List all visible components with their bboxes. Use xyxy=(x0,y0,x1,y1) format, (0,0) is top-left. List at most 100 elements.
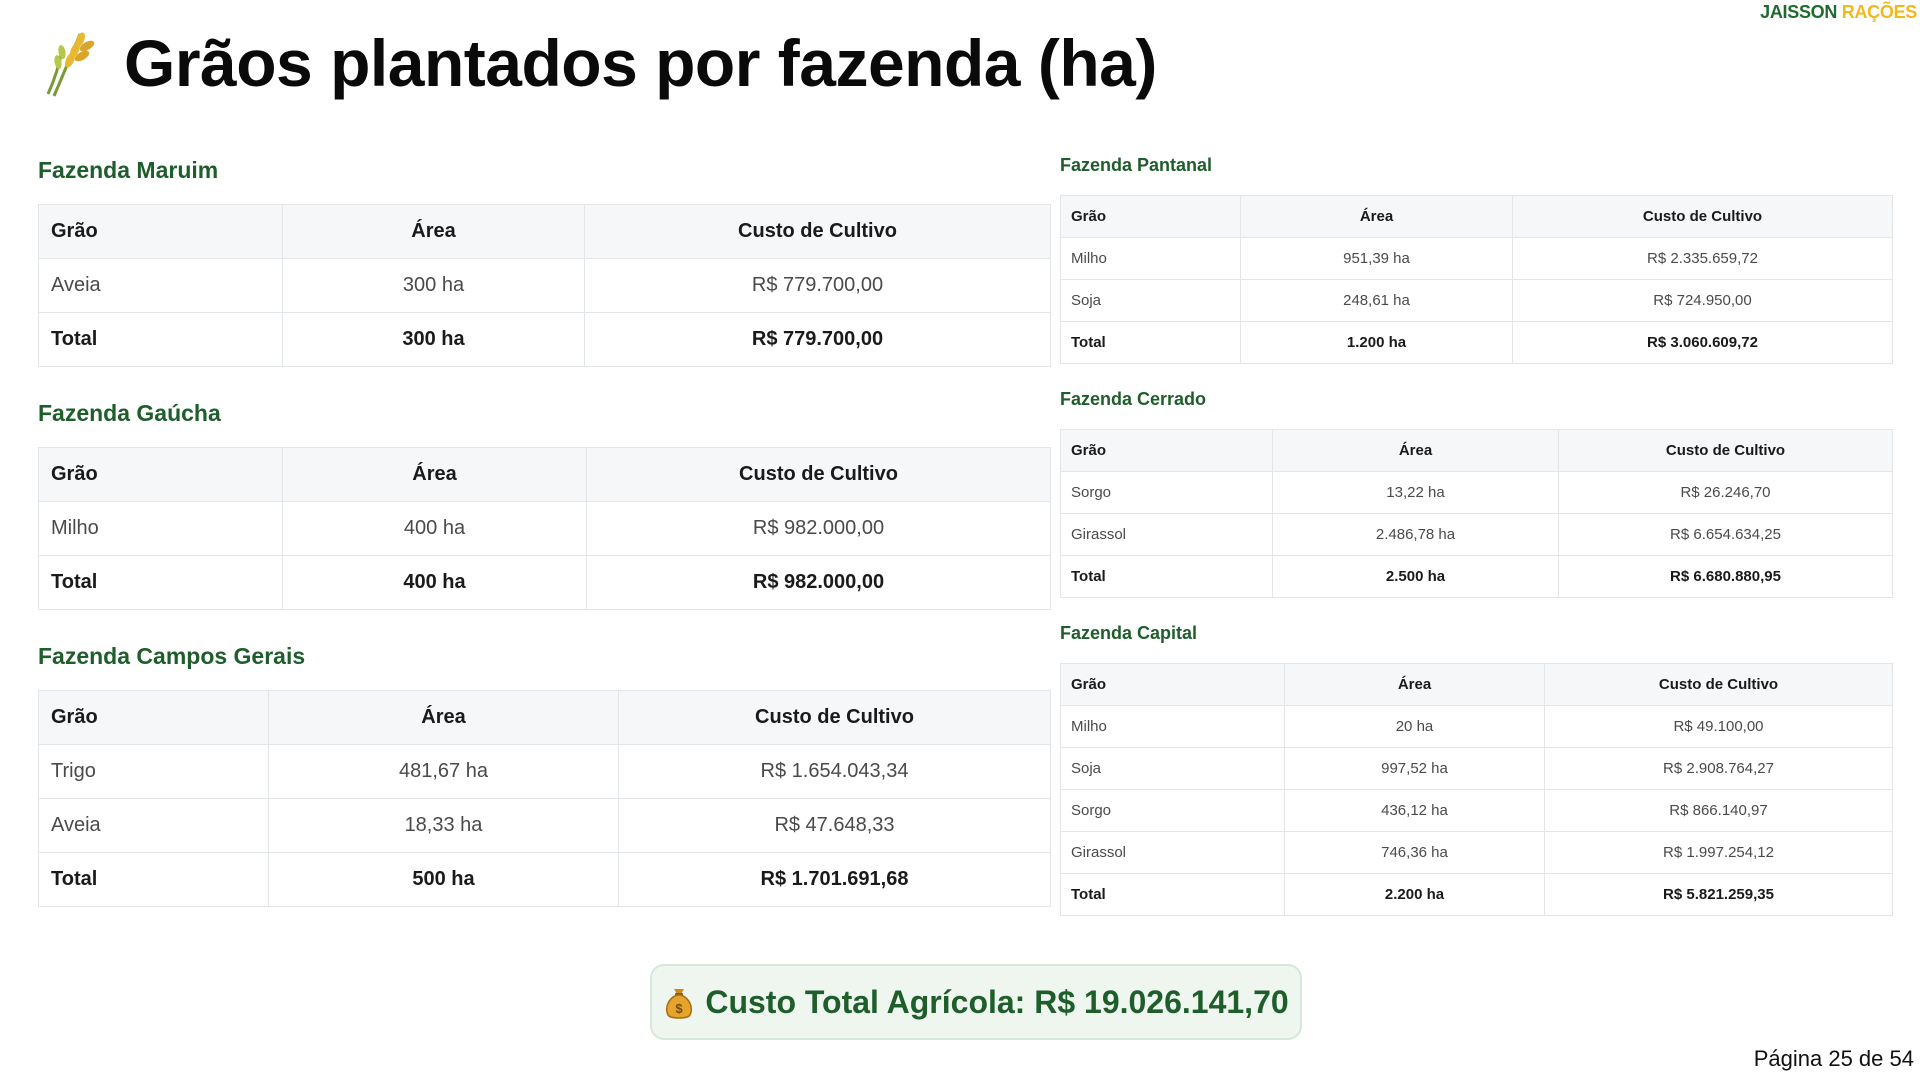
sheaf-of-rice-icon xyxy=(46,32,95,97)
brand-logo: JAISSON RAÇÕES xyxy=(1760,2,1917,23)
cell-grao: Milho xyxy=(1060,237,1241,280)
column-header-custo: Custo de Cultivo xyxy=(1512,195,1893,238)
brand-name-part1: JAISSON xyxy=(1760,2,1838,22)
total-row: Total 500 ha R$ 1.701.691,68 xyxy=(38,852,1051,907)
cell-custo: R$ 866.140,97 xyxy=(1544,789,1893,832)
cell-grao: Girassol xyxy=(1060,513,1273,556)
brand-name-part2: RAÇÕES xyxy=(1841,2,1918,22)
cell-grao: Girassol xyxy=(1060,831,1285,874)
table-row: Milho 400 ha R$ 982.000,00 xyxy=(38,501,1051,556)
farm-title: Fazenda Maruim xyxy=(38,157,219,183)
column-header-area: Área xyxy=(1272,429,1559,472)
cell-area: 997,52 ha xyxy=(1284,747,1545,790)
farm-table: Grão Área Custo de Cultivo Milho 951,39 … xyxy=(1060,195,1893,364)
farm-title: Fazenda Pantanal xyxy=(1060,155,1213,175)
table-row: Aveia 300 ha R$ 779.700,00 xyxy=(38,258,1051,313)
farm-block-cerrado: Fazenda Cerrado Grão Área Custo de Culti… xyxy=(1060,384,1893,598)
cell-total-custo: R$ 1.701.691,68 xyxy=(618,852,1051,907)
column-header-area: Área xyxy=(282,204,585,259)
table-row: Girassol 2.486,78 ha R$ 6.654.634,25 xyxy=(1060,513,1893,556)
farm-title: Fazenda Campos Gerais xyxy=(38,643,306,669)
table-header-row: Grão Área Custo de Cultivo xyxy=(1060,195,1893,238)
total-row: Total 2.500 ha R$ 6.680.880,95 xyxy=(1060,555,1893,598)
farm-block-gaucha: Fazenda Gaúcha Grão Área Custo de Cultiv… xyxy=(38,393,1051,610)
cell-custo: R$ 49.100,00 xyxy=(1544,705,1893,748)
column-header-grao: Grão xyxy=(1060,663,1285,706)
cell-area: 481,67 ha xyxy=(268,744,619,799)
farm-title: Fazenda Capital xyxy=(1060,623,1198,643)
cell-total-label: Total xyxy=(1060,321,1241,364)
cell-area: 2.486,78 ha xyxy=(1272,513,1559,556)
cell-grao: Soja xyxy=(1060,279,1241,322)
cell-area: 18,33 ha xyxy=(268,798,619,853)
column-header-custo: Custo de Cultivo xyxy=(1544,663,1893,706)
cell-total-area: 2.200 ha xyxy=(1284,873,1545,916)
cell-custo: R$ 6.654.634,25 xyxy=(1558,513,1893,556)
column-header-grao: Grão xyxy=(38,447,283,502)
left-column: Fazenda Maruim Grão Área Custo de Cultiv… xyxy=(38,150,1051,933)
farm-table: Grão Área Custo de Cultivo Trigo 481,67 … xyxy=(38,690,1051,907)
total-row: Total 300 ha R$ 779.700,00 xyxy=(38,312,1051,367)
cell-grao: Soja xyxy=(1060,747,1285,790)
farm-table: Grão Área Custo de Cultivo Aveia 300 ha … xyxy=(38,204,1051,367)
farm-table: Grão Área Custo de Cultivo Milho 400 ha … xyxy=(38,447,1051,610)
table-row: Aveia 18,33 ha R$ 47.648,33 xyxy=(38,798,1051,853)
table-row: Milho 20 ha R$ 49.100,00 xyxy=(1060,705,1893,748)
cell-grao: Sorgo xyxy=(1060,471,1273,514)
farm-title: Fazenda Gaúcha xyxy=(38,400,221,426)
cell-custo: R$ 724.950,00 xyxy=(1512,279,1893,322)
cell-grao: Aveia xyxy=(38,798,269,853)
cell-total-area: 300 ha xyxy=(282,312,585,367)
svg-text:$: $ xyxy=(676,1001,684,1016)
cell-total-label: Total xyxy=(38,852,269,907)
cell-area: 300 ha xyxy=(282,258,585,313)
farm-block-campos-gerais: Fazenda Campos Gerais Grão Área Custo de… xyxy=(38,636,1051,907)
table-header-row: Grão Área Custo de Cultivo xyxy=(1060,429,1893,472)
cell-custo: R$ 47.648,33 xyxy=(618,798,1051,853)
cell-area: 248,61 ha xyxy=(1240,279,1513,322)
cell-total-area: 400 ha xyxy=(282,555,587,610)
column-header-grao: Grão xyxy=(38,690,269,745)
table-row: Milho 951,39 ha R$ 2.335.659,72 xyxy=(1060,237,1893,280)
table-header-row: Grão Área Custo de Cultivo xyxy=(38,447,1051,502)
farm-block-maruim: Fazenda Maruim Grão Área Custo de Cultiv… xyxy=(38,150,1051,367)
page-header: Grãos plantados por fazenda (ha) xyxy=(40,18,1157,108)
total-cost-text: Custo Total Agrícola: R$ 19.026.141,70 xyxy=(705,983,1289,1020)
money-bag-icon: $ xyxy=(666,989,693,1019)
cell-total-custo: R$ 3.060.609,72 xyxy=(1512,321,1893,364)
table-row: Girassol 746,36 ha R$ 1.997.254,12 xyxy=(1060,831,1893,874)
table-header-row: Grão Área Custo de Cultivo xyxy=(38,204,1051,259)
cell-grao: Milho xyxy=(1060,705,1285,748)
page-title: Grãos plantados por fazenda (ha) xyxy=(124,26,1157,100)
cell-total-label: Total xyxy=(1060,873,1285,916)
cell-total-label: Total xyxy=(38,555,283,610)
cell-total-area: 1.200 ha xyxy=(1240,321,1513,364)
right-column: Fazenda Pantanal Grão Área Custo de Cult… xyxy=(1060,150,1893,936)
cell-grao: Milho xyxy=(38,501,283,556)
cell-area: 951,39 ha xyxy=(1240,237,1513,280)
column-header-area: Área xyxy=(1240,195,1513,238)
cell-total-custo: R$ 779.700,00 xyxy=(584,312,1051,367)
cell-total-label: Total xyxy=(38,312,283,367)
cell-custo: R$ 982.000,00 xyxy=(586,501,1051,556)
cell-grao: Sorgo xyxy=(1060,789,1285,832)
table-row: Soja 997,52 ha R$ 2.908.764,27 xyxy=(1060,747,1893,790)
cell-custo: R$ 1.997.254,12 xyxy=(1544,831,1893,874)
cell-area: 20 ha xyxy=(1284,705,1545,748)
cell-custo: R$ 26.246,70 xyxy=(1558,471,1893,514)
column-header-grao: Grão xyxy=(38,204,283,259)
column-header-custo: Custo de Cultivo xyxy=(618,690,1051,745)
column-header-custo: Custo de Cultivo xyxy=(1558,429,1893,472)
column-header-grao: Grão xyxy=(1060,429,1273,472)
cell-total-area: 2.500 ha xyxy=(1272,555,1559,598)
cell-custo: R$ 779.700,00 xyxy=(584,258,1051,313)
cell-custo: R$ 2.908.764,27 xyxy=(1544,747,1893,790)
column-header-grao: Grão xyxy=(1060,195,1241,238)
column-header-area: Área xyxy=(282,447,587,502)
total-row: Total 1.200 ha R$ 3.060.609,72 xyxy=(1060,321,1893,364)
cell-area: 436,12 ha xyxy=(1284,789,1545,832)
cell-area: 746,36 ha xyxy=(1284,831,1545,874)
farm-table: Grão Área Custo de Cultivo Sorgo 13,22 h… xyxy=(1060,429,1893,598)
column-header-area: Área xyxy=(268,690,619,745)
page-number: Página 25 de 54 xyxy=(1753,1046,1914,1071)
